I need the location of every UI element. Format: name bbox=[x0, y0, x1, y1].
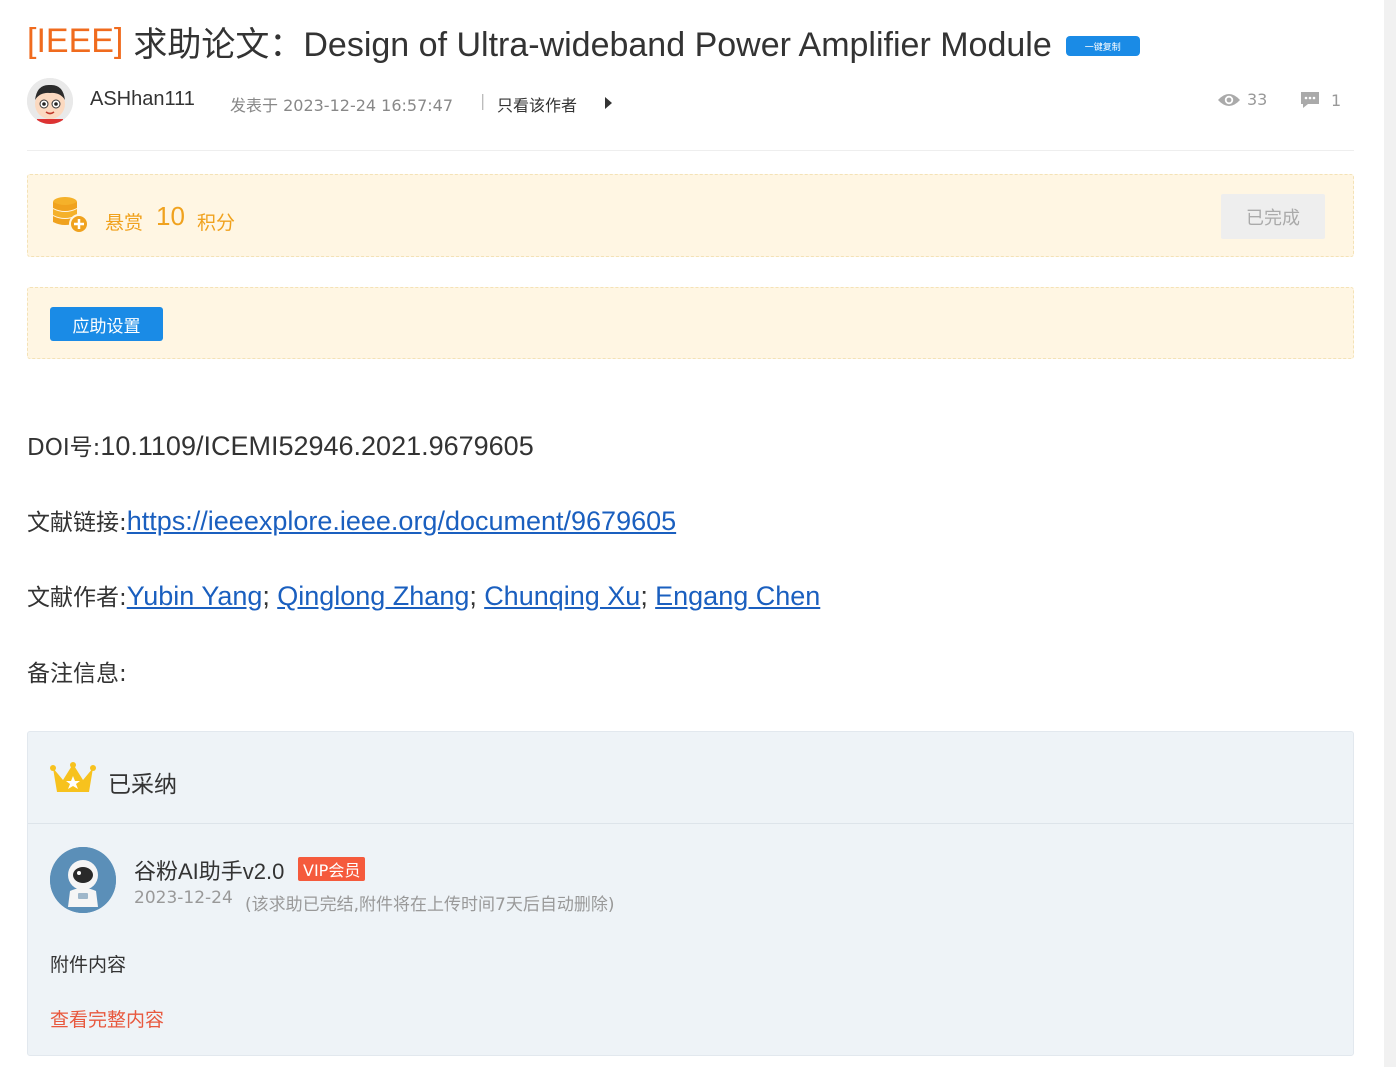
coins-icon bbox=[53, 197, 89, 234]
adopted-title: 已采纳 bbox=[108, 772, 177, 798]
notes-label: 备注信息: bbox=[27, 661, 127, 687]
paper-link[interactable]: https://ieeexplore.ieee.org/document/967… bbox=[127, 506, 676, 536]
post-title: [IEEE] 求助论文：Design of Ultra-wideband Pow… bbox=[27, 18, 1140, 64]
author-separator: ; bbox=[640, 581, 648, 611]
reward-label: 悬赏 bbox=[105, 212, 144, 234]
notes-line: 备注信息: bbox=[27, 654, 127, 688]
eye-icon bbox=[1218, 93, 1240, 106]
doi-line: DOI号:10.1109/ICEMI52946.2021.9679605 bbox=[27, 428, 534, 462]
astronaut-icon bbox=[50, 847, 116, 913]
reward-unit: 积分 bbox=[197, 212, 236, 234]
responder-name[interactable]: 谷粉AI助手v2.0 bbox=[134, 854, 284, 886]
attachment-label: 附件内容 bbox=[50, 954, 127, 976]
link-label: 文献链接: bbox=[27, 510, 127, 536]
author-link[interactable]: Engang Chen bbox=[655, 581, 820, 611]
crown-icon bbox=[50, 762, 96, 792]
only-author-link[interactable]: 只看该作者 bbox=[497, 92, 577, 116]
avatar-face-icon bbox=[27, 78, 73, 124]
caret-right-icon[interactable] bbox=[605, 97, 612, 109]
authors-line: 文献作者:Yubin Yang; Qinglong Zhang; Chunqin… bbox=[27, 578, 820, 612]
doi-value: 10.1109/ICEMI52946.2021.9679605 bbox=[100, 431, 534, 461]
doi-label: DOI号: bbox=[27, 435, 101, 461]
post-time: 发表于 2023-12-24 16:57:47 bbox=[230, 96, 454, 115]
responder-date: 2023-12-24 bbox=[134, 888, 233, 908]
copy-button[interactable]: 一键复制 bbox=[1065, 36, 1140, 56]
comment-count: 1 bbox=[1299, 90, 1341, 110]
adopted-header: 已采纳 bbox=[28, 732, 1353, 824]
author-link[interactable]: Qinglong Zhang bbox=[277, 581, 469, 611]
separator: | bbox=[480, 91, 486, 110]
author-link[interactable]: Chunqing Xu bbox=[484, 581, 640, 611]
page-scrollbar[interactable] bbox=[1384, 0, 1396, 1067]
title-tag: [IEEE] bbox=[27, 21, 124, 60]
author-separator: ; bbox=[262, 581, 270, 611]
vip-badge: VIP会员 bbox=[298, 857, 366, 881]
reward-panel: 悬赏 10 积分 已完成 bbox=[27, 174, 1354, 257]
responder-avatar[interactable] bbox=[50, 847, 116, 913]
view-count-value: 33 bbox=[1247, 90, 1268, 109]
settings-panel: 应助设置 bbox=[27, 287, 1354, 359]
author-separator: ; bbox=[469, 581, 477, 611]
view-full-link[interactable]: 查看完整内容 bbox=[50, 1005, 164, 1032]
adopted-answer-panel: 已采纳 谷粉AI助手v2.0 VIP会员 2023-12-24 (该求助已完结,… bbox=[27, 731, 1354, 1056]
status-completed-button[interactable]: 已完成 bbox=[1221, 194, 1325, 239]
reward-amount: 10 bbox=[156, 201, 185, 231]
help-settings-button[interactable]: 应助设置 bbox=[50, 307, 163, 341]
author-name[interactable]: ASHhan111 bbox=[90, 88, 195, 111]
authors-label: 文献作者: bbox=[27, 585, 127, 611]
link-line: 文献链接:https://ieeexplore.ieee.org/documen… bbox=[27, 503, 676, 537]
avatar[interactable] bbox=[27, 78, 73, 124]
title-text: 求助论文：Design of Ultra-wideband Power Ampl… bbox=[133, 25, 1052, 64]
view-count: 33 bbox=[1217, 90, 1267, 109]
expiry-note: (该求助已完结,附件将在上传时间7天后自动删除) bbox=[245, 895, 615, 915]
author-row: ASHhan111 发表于 2023-12-24 16:57:47 | 只看该作… bbox=[27, 78, 1354, 126]
comment-count-value: 1 bbox=[1331, 90, 1342, 110]
author-link[interactable]: Yubin Yang bbox=[127, 581, 263, 611]
comment-icon bbox=[1301, 92, 1319, 108]
divider bbox=[27, 150, 1354, 151]
